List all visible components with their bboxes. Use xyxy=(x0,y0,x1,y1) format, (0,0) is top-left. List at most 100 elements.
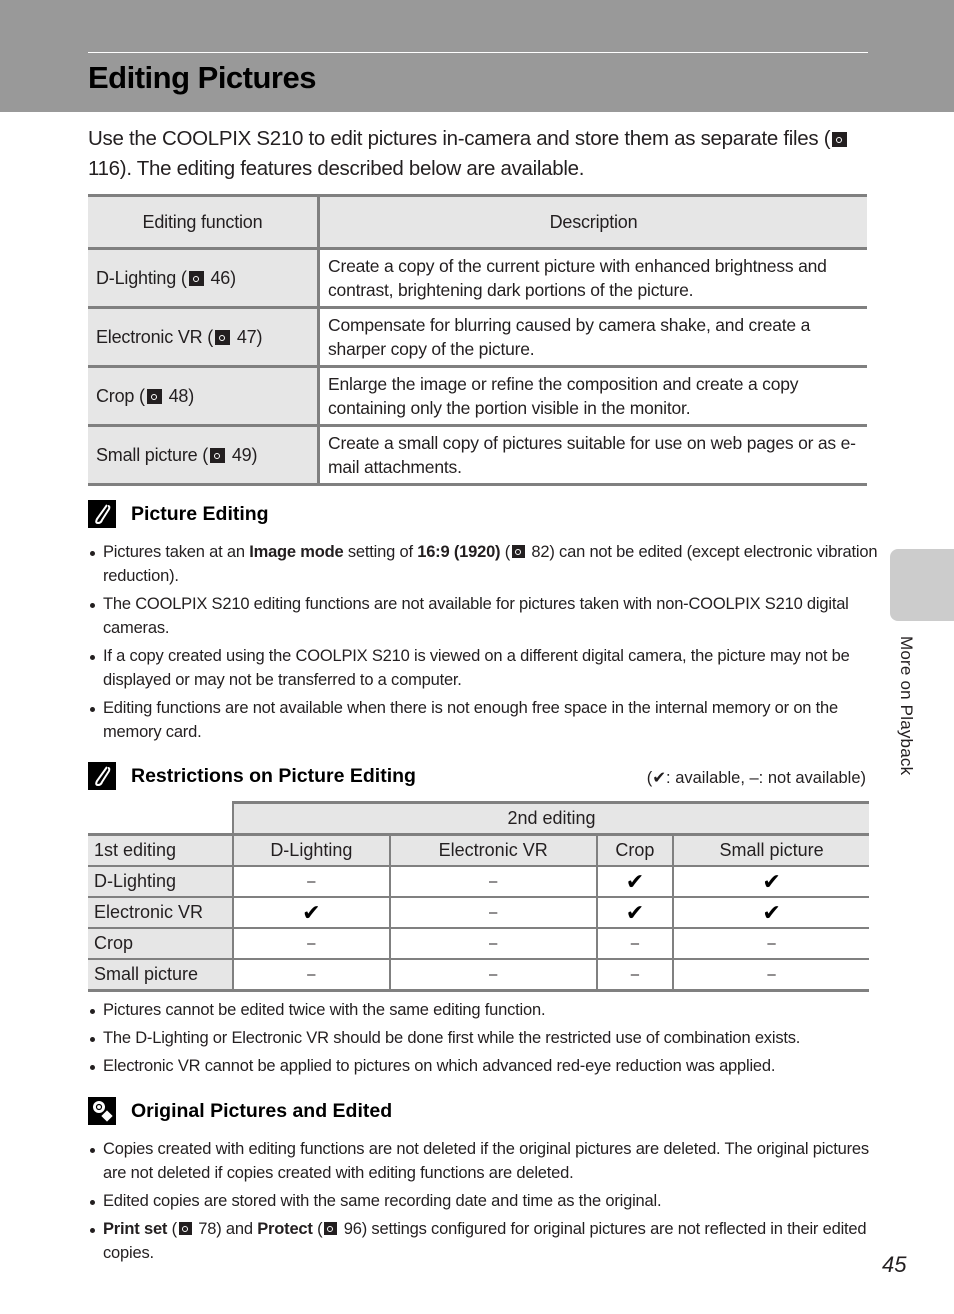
function-description: Compensate for blurring caused by camera… xyxy=(318,306,867,367)
list-item: Editing functions are not available when… xyxy=(88,696,878,744)
paperclip-icon xyxy=(88,500,116,528)
page-reference-icon xyxy=(324,1222,338,1235)
header-rule xyxy=(88,52,868,53)
chapter-tab xyxy=(890,549,954,621)
list-item: Edited copies are stored with the same r… xyxy=(88,1189,878,1213)
function-name-cell: Crop ( 48) xyxy=(88,365,320,426)
table-row: Electronic VR ( 47) Compensate for blurr… xyxy=(88,306,867,367)
function-ref-page: 46 xyxy=(210,267,231,288)
function-description: Enlarge the image or refine the composit… xyxy=(318,365,867,426)
text: ( xyxy=(500,543,511,561)
availability-cell: – xyxy=(388,896,598,929)
availability-cell: – xyxy=(232,958,391,992)
column-header-description: Description xyxy=(318,195,867,250)
chapter-label: More on Playback xyxy=(897,636,916,776)
function-name: D-Lighting ( xyxy=(96,267,187,288)
heading-text: Restrictions on Picture Editing xyxy=(131,764,416,787)
editing-functions-table: Editing function Description D-Lighting … xyxy=(88,194,867,486)
function-name: Small picture ( xyxy=(96,444,209,465)
function-description: Create a copy of the current picture wit… xyxy=(328,256,827,300)
availability-cell: – xyxy=(232,865,391,898)
intro-ref-page: 116 xyxy=(88,157,120,180)
original-pictures-list: Copies created with editing functions ar… xyxy=(88,1137,878,1269)
text: setting of xyxy=(343,543,418,561)
paren: ) xyxy=(230,267,236,288)
availability-cell: – xyxy=(232,927,391,960)
page-reference-icon xyxy=(210,447,226,463)
availability-cell: ✔ xyxy=(595,865,675,898)
list-item: The COOLPIX S210 editing functions are n… xyxy=(88,592,878,640)
setting-name: Protect xyxy=(257,1220,313,1238)
text: ) and xyxy=(216,1220,258,1238)
table-row: Small picture – – – – xyxy=(88,958,869,992)
first-editing-header: 1st editing xyxy=(88,833,234,867)
list-item: Copies created with editing functions ar… xyxy=(88,1137,878,1185)
table-row: Crop ( 48) Enlarge the image or refine t… xyxy=(88,365,867,426)
ref-page: 96 xyxy=(343,1220,362,1238)
availability-cell: ✔ xyxy=(595,896,675,929)
list-item: Pictures cannot be edited twice with the… xyxy=(88,998,878,1022)
function-name-cell: Electronic VR ( 47) xyxy=(88,306,320,367)
list-item: If a copy created using the COOLPIX S210… xyxy=(88,644,878,692)
setting-name: Print set xyxy=(103,1220,168,1238)
availability-cell: – xyxy=(595,927,675,960)
function-ref-page: 48 xyxy=(168,385,189,406)
setting-name: Image mode xyxy=(249,543,344,561)
paren: ) xyxy=(188,385,195,406)
availability-cell: ✔ xyxy=(672,896,869,929)
page-number: 45 xyxy=(882,1252,907,1277)
paren: ) xyxy=(256,326,263,347)
picture-editing-heading: Picture Editing xyxy=(88,500,269,528)
function-name-cell: Small picture ( 49) xyxy=(88,424,320,485)
list-item: The D-Lighting or Electronic VR should b… xyxy=(88,1026,878,1050)
table-header-row: 2nd editing xyxy=(88,801,869,836)
ref-page: 82 xyxy=(531,543,550,561)
column-header: Crop xyxy=(595,833,675,867)
availability-cell: – xyxy=(388,865,598,898)
page-reference-icon xyxy=(178,1222,192,1235)
heading-text: Picture Editing xyxy=(131,502,269,525)
function-ref-page: 49 xyxy=(231,444,252,465)
column-header: D-Lighting xyxy=(232,833,391,867)
table-header-row: 1st editing D-Lighting Electronic VR Cro… xyxy=(88,833,869,867)
page-reference-icon xyxy=(832,132,848,147)
setting-value: 16:9 (1920) xyxy=(417,543,501,561)
second-editing-header: 2nd editing xyxy=(232,801,869,836)
page-reference-icon xyxy=(512,545,526,558)
intro-paragraph: Use the COOLPIX S210 to edit pictures in… xyxy=(88,124,878,184)
paren: ) xyxy=(251,444,258,465)
function-description: Create a small copy of pictures suitable… xyxy=(318,424,867,485)
availability-cell: – xyxy=(672,927,869,960)
availability-legend: (✔: available, –: not available) xyxy=(646,769,866,787)
function-name: Crop ( xyxy=(96,385,145,406)
availability-cell: – xyxy=(672,958,869,992)
empty-corner-cell xyxy=(88,802,233,836)
function-ref-page: 47 xyxy=(236,326,257,347)
availability-cell: – xyxy=(388,927,598,960)
picture-editing-list: Pictures taken at an Image mode setting … xyxy=(88,540,878,748)
text: Pictures taken at an xyxy=(103,543,250,561)
availability-cell: ✔ xyxy=(672,865,869,898)
text: ( xyxy=(167,1220,178,1238)
info-bulb-icon xyxy=(88,1097,116,1125)
page-title: Editing Pictures xyxy=(88,60,316,95)
restrictions-table: 2nd editing 1st editing D-Lighting Elect… xyxy=(88,801,869,992)
column-header: Electronic VR xyxy=(388,833,598,867)
list-item: Print set ( 78) and Protect ( 96) settin… xyxy=(88,1217,878,1265)
table-row: Crop – – – – xyxy=(88,927,869,960)
table-row: D-Lighting – – ✔ ✔ xyxy=(88,865,869,898)
availability-cell: – xyxy=(595,958,675,992)
page-reference-icon xyxy=(215,329,231,345)
table-row: Small picture ( 49) Create a small copy … xyxy=(88,424,867,485)
row-header: Crop xyxy=(88,927,234,960)
original-pictures-heading: Original Pictures and Edited xyxy=(88,1097,392,1125)
ref-page: 78 xyxy=(198,1220,217,1238)
row-header: Small picture xyxy=(88,958,234,992)
row-header: Electronic VR xyxy=(88,896,234,929)
restrictions-list: Pictures cannot be edited twice with the… xyxy=(88,998,878,1082)
heading-text: Original Pictures and Edited xyxy=(131,1099,393,1122)
row-header: D-Lighting xyxy=(88,865,234,898)
paperclip-icon xyxy=(88,762,116,790)
function-name-cell: D-Lighting ( 46) xyxy=(88,248,320,308)
restrictions-heading: Restrictions on Picture Editing xyxy=(88,762,416,790)
